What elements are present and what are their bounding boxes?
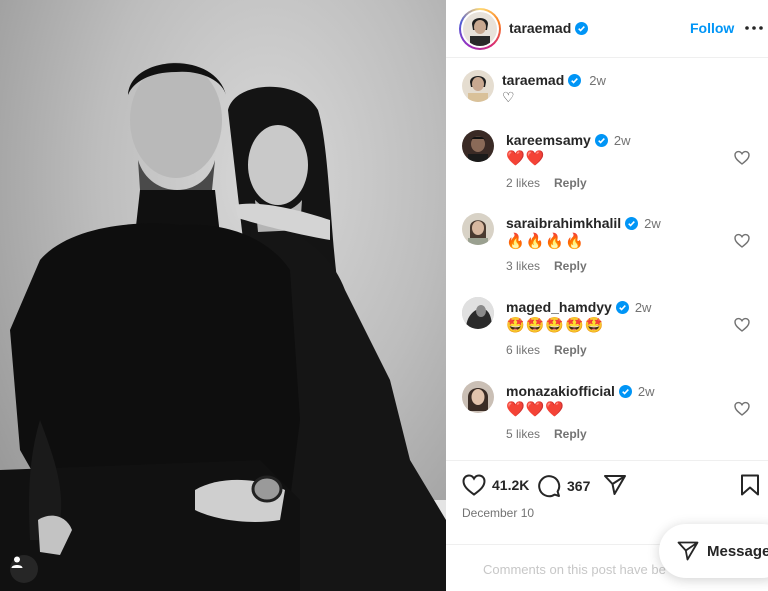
comment-time: 2w <box>644 216 661 231</box>
send-icon <box>677 541 699 561</box>
user-tag-button[interactable] <box>10 555 38 583</box>
comment-username[interactable]: maged_hamdyy 2w <box>506 299 651 315</box>
likes-count[interactable]: 41.2K <box>492 477 529 493</box>
comment-meta: 6 likes Reply <box>506 343 587 357</box>
comment-like-icon[interactable] <box>734 401 750 417</box>
verified-badge-icon <box>568 74 582 87</box>
comment-action[interactable]: 367 <box>537 474 590 498</box>
save-action[interactable] <box>740 474 760 496</box>
verified-badge-icon <box>575 22 589 35</box>
caption-avatar[interactable] <box>462 70 494 102</box>
messages-button[interactable]: Messages <box>659 524 768 578</box>
comment-likes[interactable]: 2 likes <box>506 176 540 190</box>
post-header: taraemad Follow <box>446 0 768 58</box>
post-date: December 10 <box>462 506 535 520</box>
comment-username[interactable]: saraibrahimkhalil 2w <box>506 215 661 231</box>
more-icon[interactable] <box>744 19 764 37</box>
comment-text: 🔥🔥🔥🔥 <box>506 233 585 250</box>
comment-time: 2w <box>613 133 631 148</box>
comment-meta: 2 likes Reply <box>506 176 587 190</box>
post-photo[interactable] <box>0 0 446 591</box>
comment-text: 🤩🤩🤩🤩🤩 <box>506 317 605 334</box>
comment-avatar[interactable] <box>462 381 494 413</box>
verified-badge-icon <box>625 217 639 230</box>
comment-username[interactable]: kareemsamy 2w <box>506 132 630 148</box>
verified-badge-icon <box>618 385 632 398</box>
bookmark-icon[interactable] <box>740 474 760 496</box>
comment-time: 2w <box>634 300 652 315</box>
comments-limited-notice: Comments on this post have be <box>483 562 666 577</box>
author-story-ring[interactable] <box>459 8 501 50</box>
photo-illustration <box>0 62 446 591</box>
comment-item: saraibrahimkhalil 2w 🔥🔥🔥🔥 3 likes Reply <box>462 213 762 283</box>
verified-badge-icon <box>615 301 629 314</box>
comment-meta: 5 likes Reply <box>506 427 587 441</box>
comment-likes[interactable]: 6 likes <box>506 343 540 357</box>
follow-button[interactable]: Follow <box>690 20 734 36</box>
comment-likes[interactable]: 5 likes <box>506 427 540 441</box>
comment-time: 2w <box>637 384 655 399</box>
author-username[interactable]: taraemad <box>509 20 589 36</box>
reply-button[interactable]: Reply <box>554 427 587 441</box>
author-avatar <box>463 12 497 46</box>
reply-button[interactable]: Reply <box>554 176 587 190</box>
comment-icon[interactable] <box>537 474 561 498</box>
reply-button[interactable]: Reply <box>554 343 587 357</box>
comment-like-icon[interactable] <box>734 150 750 166</box>
caption-text: ♡ <box>502 89 515 105</box>
comment-item: monazakiofficial 2w ❤️❤️❤️ 5 likes Reply <box>462 381 762 451</box>
caption-time: 2w <box>589 73 606 88</box>
share-icon[interactable] <box>603 474 627 496</box>
caption-username[interactable]: taraemad 2w <box>502 72 606 88</box>
heart-icon[interactable] <box>462 474 486 496</box>
verified-badge-icon <box>594 134 608 147</box>
share-action[interactable] <box>603 474 627 496</box>
comment-item: kareemsamy 2w ❤️❤️ 2 likes Reply <box>462 130 762 200</box>
like-action[interactable]: 41.2K <box>462 474 529 496</box>
comment-username[interactable]: monazakiofficial 2w <box>506 383 655 399</box>
comments-count[interactable]: 367 <box>567 478 590 494</box>
user-tag-icon <box>11 556 23 568</box>
messages-label: Messages <box>707 542 768 560</box>
comment-avatar[interactable] <box>462 130 494 162</box>
comment-text: ❤️❤️ <box>506 150 546 167</box>
comment-text: ❤️❤️❤️ <box>506 401 566 418</box>
comment-like-icon[interactable] <box>734 233 750 249</box>
post-side-panel: taraemad Follow taraemad 2w ♡ kareemsamy 2… <box>446 0 768 591</box>
comment-avatar[interactable] <box>462 213 494 245</box>
comment-likes[interactable]: 3 likes <box>506 259 540 273</box>
reply-button[interactable]: Reply <box>554 259 587 273</box>
comment-avatar[interactable] <box>462 297 494 329</box>
comment-like-icon[interactable] <box>734 317 750 333</box>
comment-item: maged_hamdyy 2w 🤩🤩🤩🤩🤩 6 likes Reply <box>462 297 762 367</box>
comment-meta: 3 likes Reply <box>506 259 587 273</box>
